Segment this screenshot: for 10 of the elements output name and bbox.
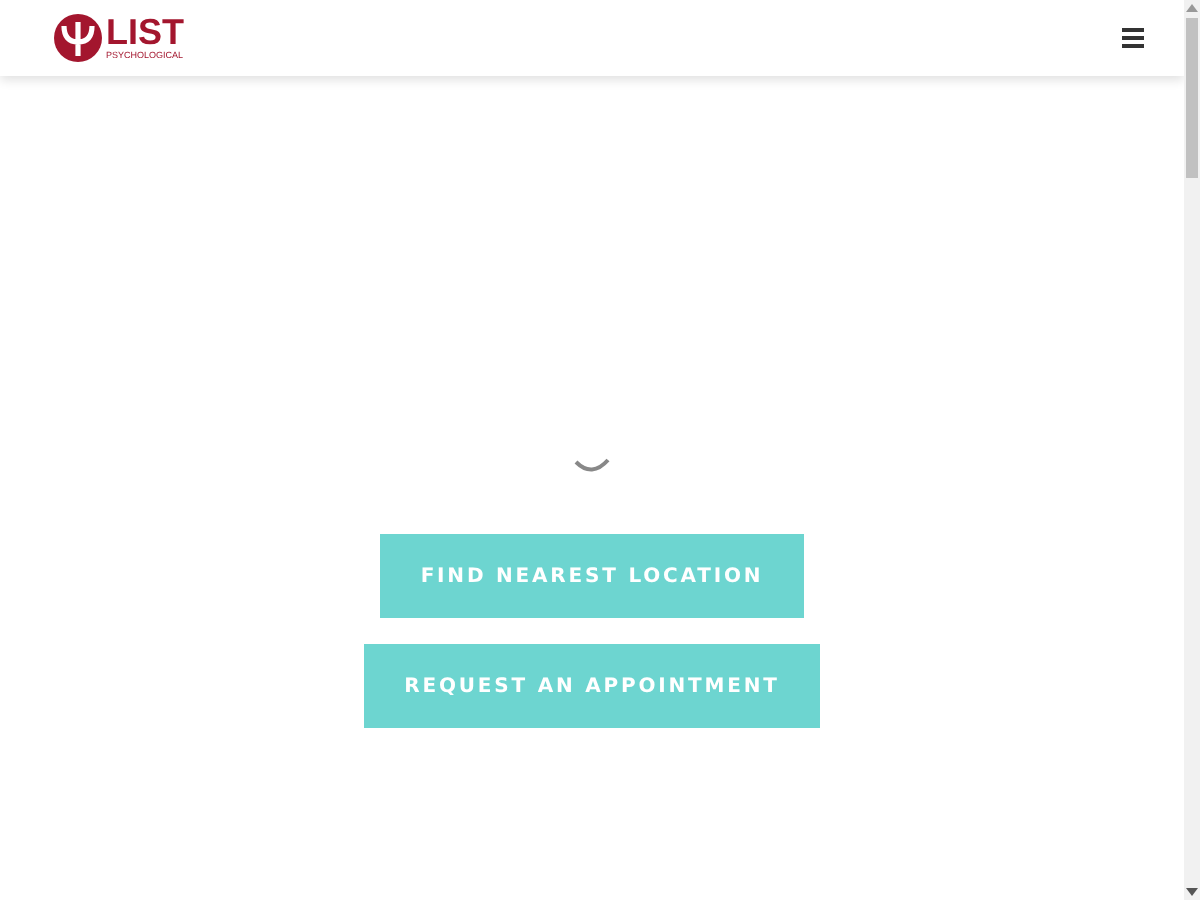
logo-name: LIST (106, 15, 184, 49)
logo-icon (54, 14, 102, 62)
scrollbar-thumb[interactable] (1186, 18, 1198, 178)
scrollbar[interactable] (1184, 0, 1200, 900)
scroll-down-icon[interactable] (1186, 888, 1198, 896)
cta-button[interactable]: REQUEST AN APPOINTMENT (364, 644, 820, 728)
loading-spinner-icon (574, 458, 610, 474)
scroll-up-icon[interactable] (1186, 4, 1198, 12)
menu-icon[interactable] (1122, 28, 1144, 48)
cta-button[interactable]: FIND NEAREST LOCATION (380, 534, 804, 618)
